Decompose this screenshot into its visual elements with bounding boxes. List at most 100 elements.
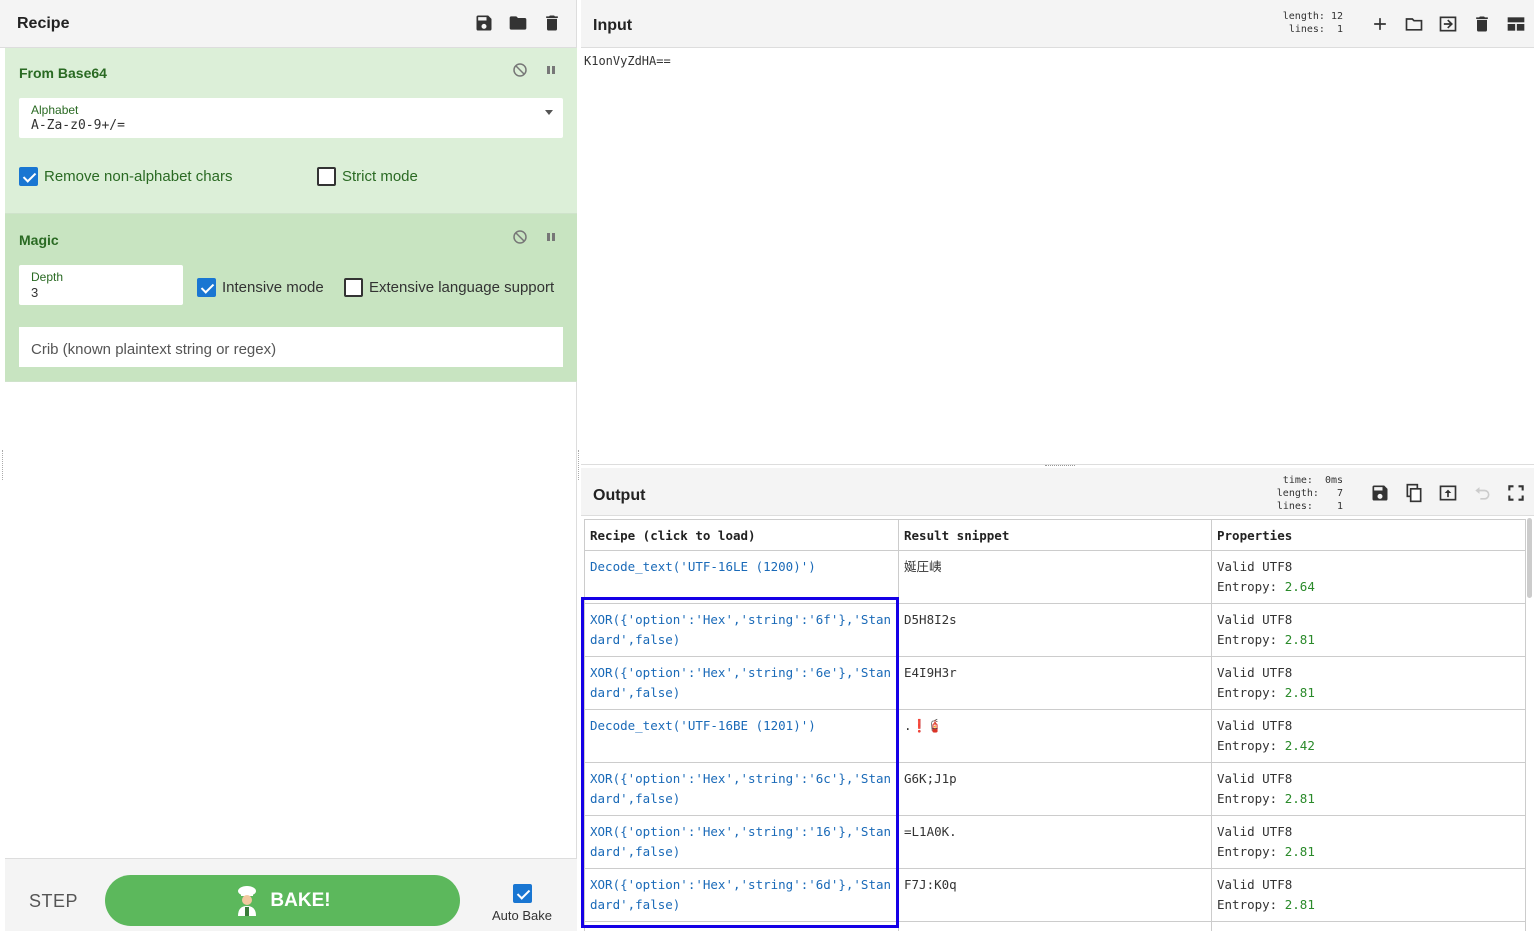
entropy-label: Entropy:	[1217, 632, 1278, 647]
operation-from-base64: From Base64 Alphabet A-Za-z0-9+/= Remove…	[5, 48, 577, 214]
result-properties: Valid UTF8 Entropy: 2.81	[1211, 656, 1526, 710]
checkbox-label: Remove non-alphabet chars	[44, 168, 233, 185]
stat-lines: 1	[1336, 501, 1343, 512]
folder-icon[interactable]	[1404, 13, 1424, 35]
checkbox-checked-icon[interactable]	[19, 167, 38, 186]
checkbox-unchecked-icon[interactable]	[344, 278, 363, 297]
result-properties: Valid UTF8 Entropy: 2.64	[1211, 550, 1526, 604]
entropy-value: 2.64	[1284, 579, 1315, 594]
folder-icon[interactable]	[508, 12, 528, 34]
copy-icon[interactable]	[1404, 482, 1424, 504]
entropy-label: Entropy:	[1217, 791, 1278, 806]
checkbox-checked-icon[interactable]	[197, 278, 216, 297]
stat-length: 7	[1336, 488, 1343, 499]
resize-handle[interactable]	[2, 450, 5, 480]
checkbox-label: Strict mode	[342, 168, 418, 185]
depth-label: Depth	[31, 270, 64, 284]
pause-icon[interactable]	[544, 62, 558, 81]
entropy-value: 2.42	[1284, 738, 1315, 753]
entropy-line: Entropy: 2.81	[1217, 683, 1520, 703]
save-icon[interactable]	[1370, 482, 1390, 504]
chef-icon	[234, 885, 260, 917]
table-header-row: Recipe (click to load) Result snippet Pr…	[584, 519, 1526, 551]
entropy-value: 2.81	[1284, 791, 1315, 806]
result-snippet: .❗🧯	[898, 709, 1212, 763]
result-snippet: G6K;J1p	[898, 762, 1212, 816]
disable-icon[interactable]	[512, 62, 528, 81]
output-header: Output time: 0ms length: 7 lines: 1	[581, 468, 1534, 516]
replace-input-icon[interactable]	[1438, 482, 1458, 504]
input-textarea[interactable]: K1onVyZdHA==	[584, 54, 671, 68]
entropy-value: 2.81	[1284, 632, 1315, 647]
fullscreen-icon[interactable]	[1506, 482, 1526, 504]
operation-title: Magic	[19, 232, 59, 248]
autobake-toggle[interactable]: Auto Bake	[490, 884, 554, 923]
operation-magic: Magic Depth 3 Intensive mode Extensive l…	[5, 214, 577, 382]
entropy-value: 2.81	[1284, 844, 1315, 859]
output-stats: time: 0ms length: 7 lines: 1	[1269, 474, 1343, 513]
result-snippet: =L1A0K.	[898, 815, 1212, 869]
result-snippet: F7J:K0q	[898, 868, 1212, 922]
stat-lines: 1	[1336, 24, 1343, 35]
result-snippet: 娫圧峓	[898, 550, 1212, 604]
stat-time: 0ms	[1324, 475, 1343, 486]
input-pane: Input length: 12 lines: 1 K1onVyZdHA==	[581, 0, 1534, 465]
entropy-label: Entropy:	[1217, 738, 1278, 753]
column-header: Properties	[1211, 519, 1526, 551]
input-header: Input length: 12 lines: 1	[581, 0, 1534, 48]
checkbox-label: Extensive language support	[369, 279, 555, 296]
valid-utf8: Valid UTF8	[1217, 665, 1293, 680]
valid-utf8: Valid UTF8	[1217, 877, 1293, 892]
stat-label: length:	[1276, 488, 1319, 499]
valid-utf8: Valid UTF8	[1217, 771, 1293, 786]
operation-title: From Base64	[19, 65, 107, 81]
valid-utf8: Valid UTF8	[1217, 612, 1293, 627]
crib-input[interactable]: Crib (known plaintext string or regex)	[19, 327, 563, 367]
table-row: Decode_text('UTF-16LE (1200)') 娫圧峓 Valid U…	[584, 550, 1526, 604]
result-snippet: D5H8I2s	[898, 603, 1212, 657]
result-snippet: A0M=L7v	[898, 921, 1212, 931]
save-icon[interactable]	[474, 12, 494, 34]
stat-length: 12	[1330, 11, 1343, 22]
result-properties: Valid UTF8 Entropy: 2.42	[1211, 709, 1526, 763]
entropy-line: Entropy: 2.42	[1217, 736, 1520, 756]
undo-icon[interactable]	[1472, 482, 1492, 504]
result-properties: Valid UTF8 Entropy: 2.81	[1211, 762, 1526, 816]
recipe-link[interactable]: Decode_text('UTF-16LE (1200)')	[584, 550, 899, 604]
valid-utf8: Valid UTF8	[1217, 824, 1293, 839]
valid-utf8: Valid UTF8	[1217, 718, 1293, 733]
stat-label: lines:	[1288, 24, 1325, 35]
remove-non-alphabet-checkbox[interactable]: Remove non-alphabet chars	[19, 167, 232, 186]
result-properties: Valid UTF8 Entropy: 2.81	[1211, 868, 1526, 922]
entropy-label: Entropy:	[1217, 685, 1278, 700]
checkbox-unchecked-icon[interactable]	[317, 167, 336, 186]
stat-label: time:	[1282, 475, 1313, 486]
scrollbar[interactable]	[1527, 518, 1532, 598]
result-properties: Valid UTF8 Entropy: 2.81	[1211, 815, 1526, 869]
trash-icon[interactable]	[542, 12, 562, 34]
checkbox-checked-icon[interactable]	[512, 884, 532, 903]
recipe-title: Recipe	[17, 14, 70, 32]
disable-icon[interactable]	[512, 229, 528, 248]
pause-icon[interactable]	[544, 229, 558, 248]
depth-field[interactable]: Depth 3	[19, 265, 183, 305]
autobake-label: Auto Bake	[492, 908, 552, 923]
entropy-line: Entropy: 2.81	[1217, 842, 1520, 862]
entropy-label: Entropy:	[1217, 844, 1278, 859]
alphabet-select[interactable]: Alphabet A-Za-z0-9+/=	[19, 98, 563, 138]
stat-label: length:	[1282, 11, 1325, 22]
bake-button[interactable]: BAKE!	[105, 875, 460, 926]
import-icon[interactable]	[1438, 13, 1458, 35]
intensive-mode-checkbox[interactable]: Intensive mode	[197, 278, 324, 297]
entropy-value: 2.81	[1284, 685, 1315, 700]
layout-icon[interactable]	[1506, 13, 1526, 35]
step-button[interactable]: STEP	[29, 891, 78, 912]
stat-label: lines:	[1276, 501, 1313, 512]
plus-icon[interactable]	[1370, 13, 1390, 35]
valid-utf8: Valid UTF8	[1217, 559, 1293, 574]
entropy-label: Entropy:	[1217, 897, 1278, 912]
strict-mode-checkbox[interactable]: Strict mode	[317, 167, 418, 186]
extensive-language-checkbox[interactable]: Extensive language support	[344, 278, 554, 297]
output-title: Output	[593, 487, 646, 504]
trash-icon[interactable]	[1472, 13, 1492, 35]
